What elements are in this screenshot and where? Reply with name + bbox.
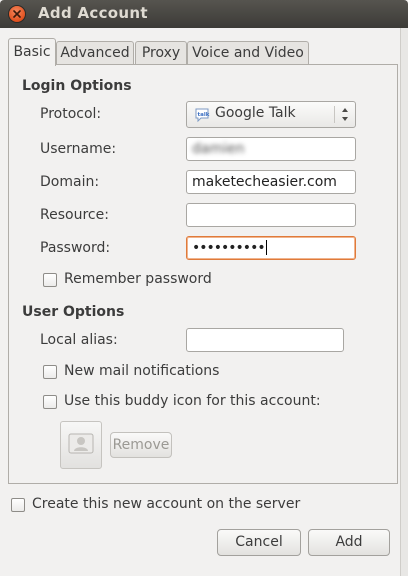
- local-alias-label: Local alias:: [40, 332, 118, 348]
- tab-advanced[interactable]: Advanced: [56, 41, 134, 64]
- close-icon: [13, 10, 21, 18]
- login-options-heading: Login Options: [22, 78, 132, 94]
- google-talk-icon: talk: [195, 108, 210, 123]
- domain-field[interactable]: maketecheasier.com: [186, 170, 356, 194]
- new-mail-label[interactable]: New mail notifications: [64, 363, 219, 379]
- buddy-icon-button[interactable]: [60, 421, 102, 469]
- user-options-heading: User Options: [22, 304, 125, 320]
- password-label: Password:: [40, 240, 111, 256]
- background-window-edge: [400, 28, 408, 576]
- new-mail-checkbox[interactable]: [43, 365, 57, 379]
- create-account-checkbox[interactable]: [11, 498, 25, 512]
- resource-field[interactable]: [186, 203, 356, 227]
- svg-text:talk: talk: [198, 112, 210, 118]
- password-value: ••••••••••: [192, 240, 266, 256]
- protocol-combo[interactable]: talk Google Talk: [186, 101, 356, 128]
- protocol-value: Google Talk: [215, 105, 296, 121]
- tab-voice-and-video[interactable]: Voice and Video: [187, 41, 309, 64]
- text-caret: [265, 240, 267, 255]
- domain-label: Domain:: [40, 174, 100, 190]
- spin-arrows-icon: [342, 108, 348, 121]
- resource-label: Resource:: [40, 207, 109, 223]
- tab-basic[interactable]: Basic: [8, 38, 56, 66]
- local-alias-field[interactable]: [186, 328, 344, 352]
- remember-password-checkbox[interactable]: [43, 273, 57, 287]
- protocol-label: Protocol:: [40, 106, 102, 122]
- buddy-icon-checkbox[interactable]: [43, 395, 57, 409]
- remember-password-label[interactable]: Remember password: [64, 271, 212, 287]
- window-title: Add Account: [38, 4, 148, 22]
- buddy-icon-label[interactable]: Use this buddy icon for this account:: [64, 393, 321, 409]
- title-bar: Add Account: [0, 0, 408, 28]
- remove-button[interactable]: Remove: [110, 432, 172, 458]
- username-label: Username:: [40, 141, 117, 157]
- tab-proxy[interactable]: Proxy: [135, 41, 187, 64]
- person-card-icon: [68, 433, 94, 454]
- close-button[interactable]: [9, 6, 25, 22]
- cancel-button[interactable]: Cancel: [217, 529, 301, 556]
- add-button[interactable]: Add: [308, 529, 390, 556]
- username-value: damien: [192, 141, 245, 157]
- combo-separator: [334, 106, 335, 123]
- password-field[interactable]: ••••••••••: [186, 236, 356, 260]
- username-field[interactable]: damien: [186, 137, 356, 161]
- create-account-label[interactable]: Create this new account on the server: [32, 496, 300, 512]
